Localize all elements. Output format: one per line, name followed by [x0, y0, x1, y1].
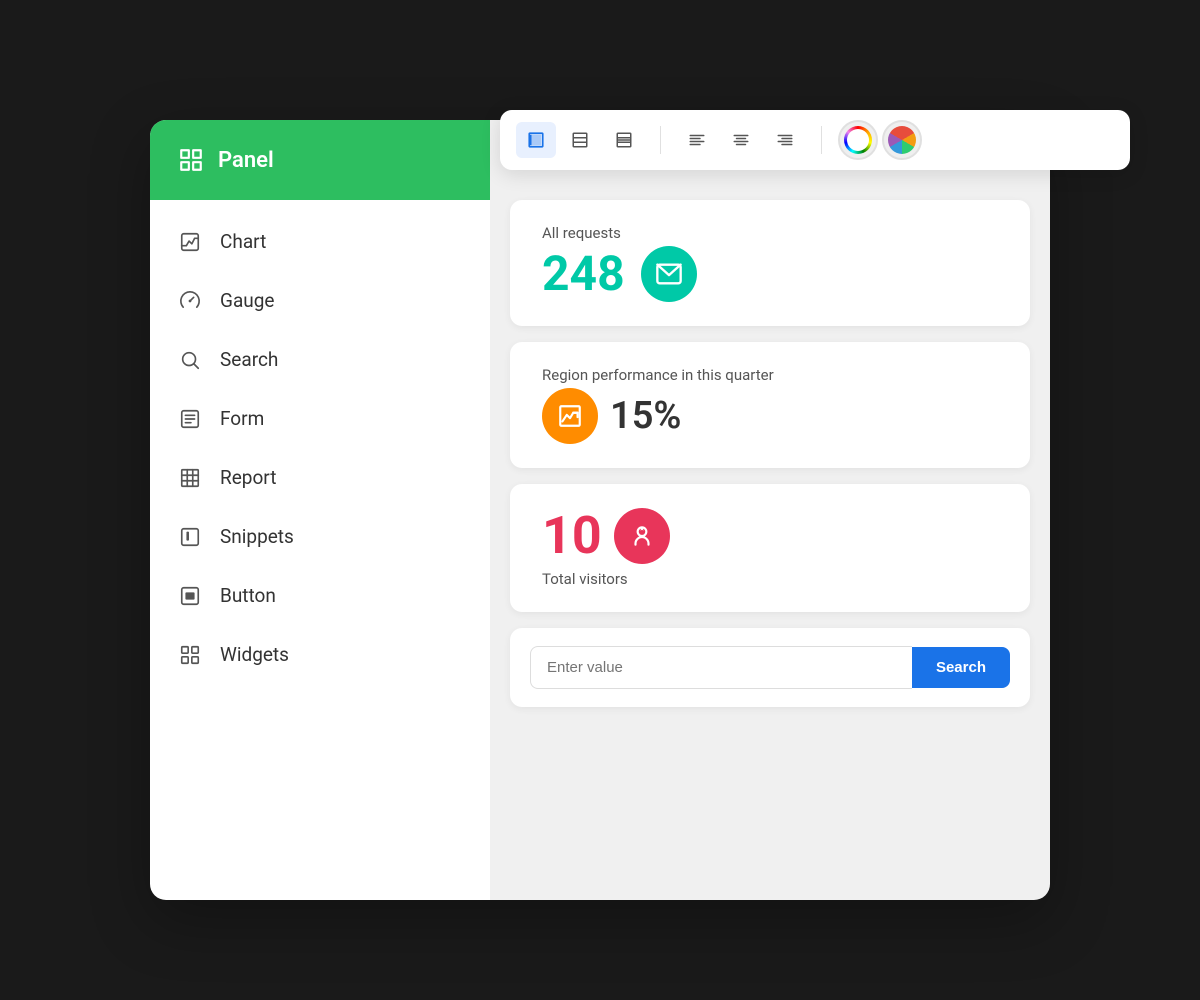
layout-right-button[interactable] — [604, 122, 644, 158]
card-search: Search — [510, 628, 1030, 707]
region-content: 15% — [542, 388, 681, 444]
gauge-icon — [178, 290, 202, 312]
email-icon — [655, 260, 683, 288]
sidebar-header: Panel — [150, 120, 490, 200]
sidebar-item-button[interactable]: Button — [150, 566, 490, 625]
card-visitors: 10 Total visitors — [510, 484, 1030, 612]
main-content: All requests 248 Region performance in t… — [490, 120, 1050, 900]
report-label: Report — [220, 466, 276, 489]
toolbar-divider-1 — [660, 126, 661, 154]
region-icon-circle — [542, 388, 598, 444]
sidebar-item-search[interactable]: Search — [150, 330, 490, 389]
toolbar-divider-2 — [821, 126, 822, 154]
card-requests: All requests 248 — [510, 200, 1030, 326]
requests-content: 248 — [542, 246, 697, 302]
requests-label: All requests — [542, 224, 621, 242]
color-buttons-group — [838, 120, 922, 160]
form-label: Form — [220, 407, 264, 430]
cards-area: All requests 248 Region performance in t… — [510, 200, 1030, 707]
panel-icon — [178, 147, 204, 173]
layout-center-button[interactable] — [560, 122, 600, 158]
snippets-label: Snippets — [220, 525, 294, 548]
color-filled-button[interactable] — [882, 120, 922, 160]
sidebar-item-snippets[interactable]: Snippets — [150, 507, 490, 566]
sidebar: Panel Chart — [150, 120, 490, 900]
card-region: Region performance in this quarter 15% — [510, 342, 1030, 468]
button-label: Button — [220, 584, 276, 607]
color-outline-button[interactable] — [838, 120, 878, 160]
sidebar-items: Chart Gauge — [150, 200, 490, 900]
snippets-icon — [178, 526, 202, 548]
search-button[interactable]: Search — [912, 647, 1010, 688]
gauge-label: Gauge — [220, 289, 275, 312]
text-align-right-button[interactable] — [765, 122, 805, 158]
text-align-left-button[interactable] — [677, 122, 717, 158]
requests-icon-circle — [641, 246, 697, 302]
sidebar-item-form[interactable]: Form — [150, 389, 490, 448]
sidebar-item-gauge[interactable]: Gauge — [150, 271, 490, 330]
sidebar-title: Panel — [218, 148, 274, 173]
layout-buttons-group — [516, 122, 644, 158]
chart-up-icon — [557, 403, 583, 429]
widgets-label: Widgets — [220, 643, 289, 666]
visitors-value: 10 — [542, 510, 602, 562]
search-icon — [178, 349, 202, 371]
search-input[interactable] — [530, 646, 912, 689]
sidebar-item-widgets[interactable]: Widgets — [150, 625, 490, 684]
widgets-icon — [178, 644, 202, 666]
region-value: 15% — [610, 394, 681, 438]
app-container: Panel Chart — [150, 120, 1050, 900]
visitors-content: 10 — [542, 508, 670, 564]
search-label: Search — [220, 348, 278, 371]
sidebar-item-chart[interactable]: Chart — [150, 212, 490, 271]
report-icon — [178, 467, 202, 489]
region-label: Region performance in this quarter — [542, 366, 774, 384]
color-filled-circle — [888, 126, 916, 154]
layout-left-button[interactable] — [516, 122, 556, 158]
form-icon — [178, 408, 202, 430]
visitors-label: Total visitors — [542, 570, 628, 588]
color-outline-circle — [844, 126, 872, 154]
visitors-icon-circle — [614, 508, 670, 564]
chart-icon — [178, 231, 202, 253]
button-icon — [178, 585, 202, 607]
requests-value: 248 — [542, 250, 625, 298]
text-align-center-button[interactable] — [721, 122, 761, 158]
chart-label: Chart — [220, 230, 266, 253]
align-buttons-group — [677, 122, 805, 158]
toolbar — [500, 110, 1130, 170]
sidebar-item-report[interactable]: Report — [150, 448, 490, 507]
user-star-icon — [629, 523, 655, 549]
